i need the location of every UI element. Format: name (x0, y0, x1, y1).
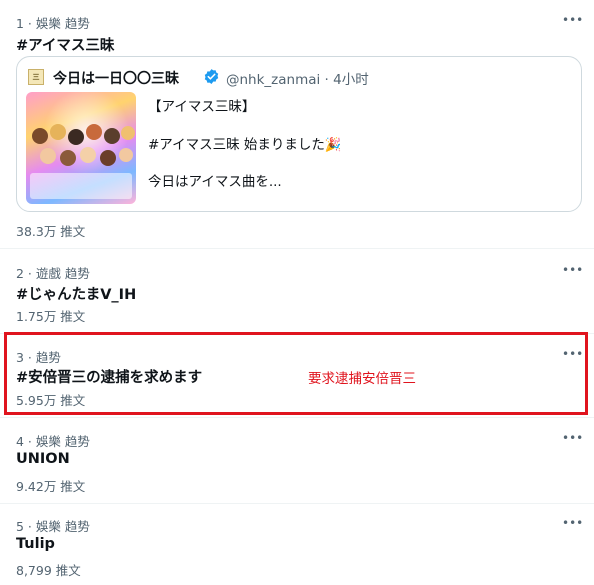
more-options-icon[interactable]: ••• (562, 14, 583, 30)
trend-count: 1.75万 推文 (16, 309, 86, 324)
trend-count: 38.3万 推文 (16, 224, 86, 239)
trend-title: #アイマス三昧 (16, 38, 115, 54)
embedded-tweet[interactable]: 三 今日は一日〇〇三昧 @nhk_zanmai · 4小时 【アイマス三昧】 #… (16, 56, 582, 212)
trend-title: Tulip (16, 536, 55, 552)
more-options-icon[interactable]: ••• (562, 432, 583, 448)
highlight-box (4, 332, 588, 415)
tweet-thumbnail[interactable] (26, 92, 136, 204)
more-options-icon[interactable]: ••• (562, 517, 583, 533)
trend-item[interactable]: 1 · 娛樂 趋势 ••• #アイマス三昧 三 今日は一日〇〇三昧 @nhk_z… (0, 0, 594, 249)
account-avatar: 三 (28, 69, 44, 85)
annotation-label: 要求逮捕安倍晋三 (308, 371, 416, 387)
trend-item[interactable]: 2 · 遊戲 趋势 ••• #じゃんたまV_IH 1.75万 推文 (0, 249, 594, 334)
tweet-author: 今日は一日〇〇三昧 (53, 71, 179, 87)
tweet-handle-time: @nhk_zanmai · 4小时 (226, 72, 369, 88)
more-options-icon[interactable]: ••• (562, 264, 583, 280)
trend-count: 8,799 推文 (16, 563, 81, 578)
trend-meta: 2 · 遊戲 趋势 (16, 266, 90, 281)
trend-item[interactable]: 5 · 娛樂 趋势 ••• Tulip 8,799 推文 (0, 504, 594, 585)
verified-badge-icon (203, 68, 220, 89)
trend-item[interactable]: 4 · 娛樂 趋势 ••• UNION 9.42万 推文 (0, 418, 594, 504)
tweet-text-line: #アイマス三昧 始まりました🎉 (148, 137, 342, 153)
tweet-text-line: 【アイマス三昧】 (148, 99, 256, 115)
trend-meta: 5 · 娛樂 趋势 (16, 519, 90, 534)
trend-count: 9.42万 推文 (16, 479, 86, 494)
trend-title: UNION (16, 451, 70, 467)
tweet-text-line: 今日はアイマス曲を... (148, 174, 282, 190)
trend-meta: 1 · 娛樂 趋势 (16, 16, 90, 31)
trend-title: #じゃんたまV_IH (16, 287, 137, 303)
trend-meta: 4 · 娛樂 趋势 (16, 434, 90, 449)
